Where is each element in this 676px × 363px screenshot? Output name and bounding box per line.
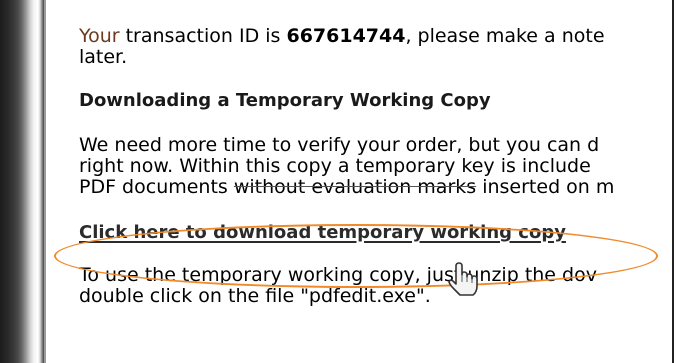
download-temporary-copy-link[interactable]: Click here to download temporary working… <box>79 222 566 243</box>
transaction-line: Your transaction ID is 667614744, please… <box>79 26 672 47</box>
transaction-id: 667614744 <box>286 26 406 47</box>
verify-line-1: We need more time to verify your order, … <box>79 134 600 156</box>
download-link-row: Click here to download temporary working… <box>79 222 672 243</box>
verify-line-2: right now. Within this copy a temporary … <box>79 155 591 177</box>
verify-line-3-start: PDF documents <box>79 176 234 198</box>
transaction-suffix: , please make a note <box>405 26 605 47</box>
verify-line-3: PDF documents without evaluation marks i… <box>79 177 672 198</box>
hand-pointer-icon <box>448 262 478 296</box>
window-left-edge <box>0 0 44 363</box>
page-content: Your transaction ID is 667614744, please… <box>79 26 672 307</box>
verify-line-3-end: inserted on m <box>476 176 615 198</box>
instructions-line-1: To use the temporary working copy, just … <box>79 264 597 286</box>
transaction-prefix: Your <box>79 26 120 47</box>
transaction-text: transaction ID is <box>119 26 287 47</box>
transaction-line-2: later. <box>79 46 128 68</box>
instructions-line-2: double click on the file "pdfedit.exe". <box>79 285 431 307</box>
verify-line-3-strike: without evaluation marks <box>233 176 477 198</box>
section-heading: Downloading a Temporary Working Copy <box>79 90 491 111</box>
